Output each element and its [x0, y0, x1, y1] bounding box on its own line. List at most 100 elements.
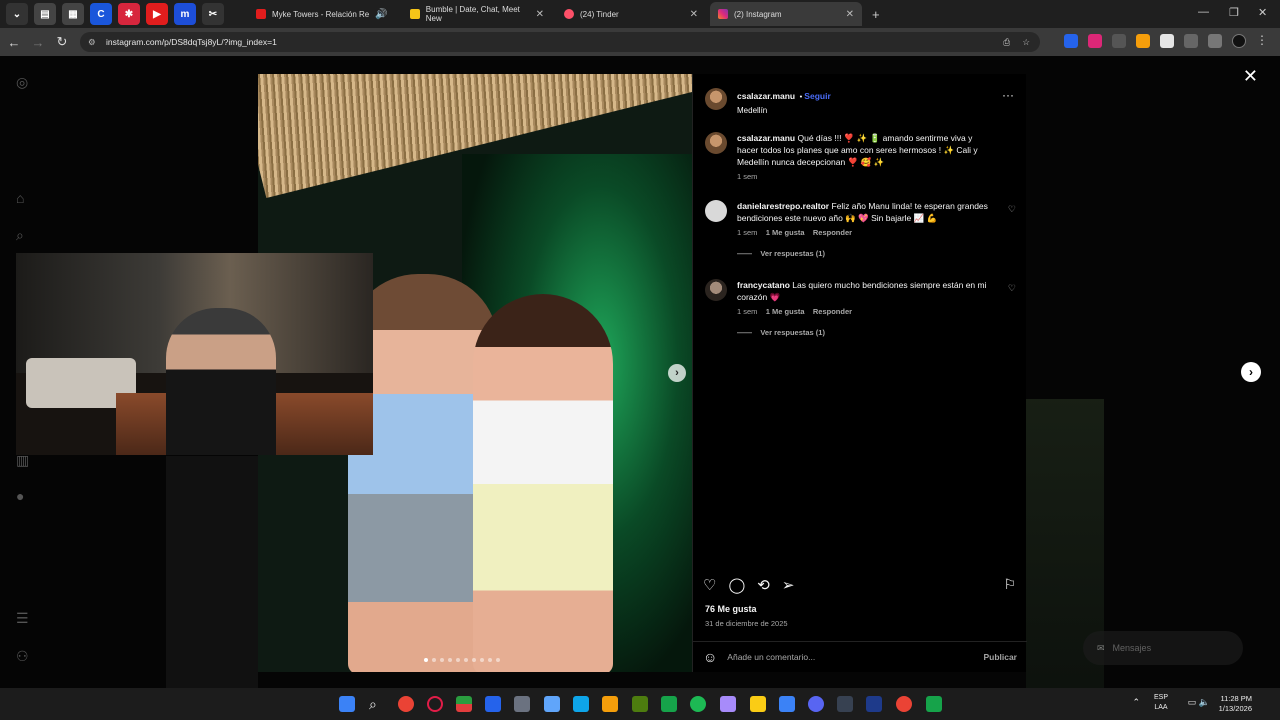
- author-avatar[interactable]: [705, 88, 727, 110]
- menu-kebab-icon[interactable]: ⋮: [1256, 34, 1268, 48]
- reply-button[interactable]: Responder: [813, 228, 852, 237]
- discord-icon[interactable]: [808, 696, 824, 712]
- close-tab-icon[interactable]: ✕: [536, 9, 544, 20]
- comment-icon[interactable]: ◯: [728, 576, 745, 594]
- windows-start-icon[interactable]: [339, 696, 355, 712]
- publish-button[interactable]: Publicar: [983, 652, 1017, 662]
- post-date[interactable]: 31 de diciembre de 2025: [705, 619, 788, 628]
- restore-icon[interactable]: ❐: [1229, 6, 1239, 19]
- app-icon[interactable]: [661, 696, 677, 712]
- post-location[interactable]: Medellín: [737, 106, 831, 115]
- follow-button[interactable]: Seguir: [804, 91, 830, 101]
- meta-apps-icon[interactable]: ⚇: [16, 648, 32, 664]
- close-post-icon[interactable]: ✕: [1243, 66, 1258, 87]
- tab-tinder[interactable]: (24) Tinder ✕: [556, 2, 706, 26]
- caption-time[interactable]: 1 sem: [737, 172, 993, 181]
- comment-time[interactable]: 1 sem: [737, 307, 757, 316]
- chrome-icon[interactable]: [398, 696, 414, 712]
- pinned-tab-4-icon[interactable]: ✱: [118, 3, 140, 25]
- like-heart-icon[interactable]: ♡: [703, 576, 716, 594]
- file-explorer-icon[interactable]: [602, 696, 618, 712]
- app-icon[interactable]: [456, 696, 472, 712]
- photos-icon[interactable]: [544, 696, 560, 712]
- caption-username[interactable]: csalazar.manu: [737, 133, 795, 143]
- carousel-next-icon[interactable]: ›: [668, 364, 686, 382]
- audio-icon[interactable]: 🔊: [375, 9, 387, 20]
- tab-instagram[interactable]: (2) Instagram ✕: [710, 2, 862, 26]
- author-username[interactable]: csalazar.manu: [737, 91, 795, 101]
- reload-icon[interactable]: ↻: [50, 34, 74, 50]
- app-icon[interactable]: [514, 696, 530, 712]
- back-icon[interactable]: ←: [2, 35, 26, 50]
- app-icon[interactable]: [632, 696, 648, 712]
- network-volume-icon[interactable]: ▭ 🔈: [1188, 697, 1210, 707]
- app-icon[interactable]: [779, 696, 795, 712]
- pinned-tab-7-icon[interactable]: ✂: [202, 3, 224, 25]
- pinned-tab-3-icon[interactable]: C: [90, 3, 112, 25]
- emoji-icon[interactable]: ☺: [703, 649, 717, 665]
- comment-username[interactable]: danielarestrepo.realtor: [737, 201, 829, 211]
- messenger-icon[interactable]: ●: [16, 488, 32, 504]
- app-icon[interactable]: [720, 696, 736, 712]
- forward-icon[interactable]: →: [26, 35, 50, 50]
- home-icon[interactable]: ⌂: [16, 190, 32, 206]
- tab-search-icon[interactable]: ⌄: [6, 3, 28, 25]
- instagram-logo-icon[interactable]: ◎: [16, 74, 32, 90]
- sidebar-icon[interactable]: [1208, 34, 1222, 48]
- minimize-icon[interactable]: —: [1198, 6, 1209, 18]
- install-icon[interactable]: ⎙: [1003, 32, 1010, 52]
- reply-button[interactable]: Responder: [813, 307, 852, 316]
- chrome-icon[interactable]: [896, 696, 912, 712]
- language-indicator[interactable]: ESP LAA: [1154, 693, 1168, 713]
- extension-5-icon[interactable]: [1160, 34, 1174, 48]
- caption-avatar[interactable]: [705, 132, 727, 154]
- tab-myke-towers[interactable]: Myke Towers - Relación Re 🔊: [248, 2, 398, 26]
- app-icon[interactable]: [750, 696, 766, 712]
- view-replies-button[interactable]: —— Ver respuestas (1): [737, 328, 993, 337]
- close-tab-icon[interactable]: ✕: [690, 9, 698, 20]
- view-replies-button[interactable]: —— Ver respuestas (1): [737, 249, 993, 258]
- taskbar-search-icon[interactable]: ⌕: [369, 696, 385, 712]
- comment-likes[interactable]: 1 Me gusta: [766, 228, 805, 237]
- comment-avatar[interactable]: [705, 279, 727, 301]
- app-icon[interactable]: [837, 696, 853, 712]
- more-options-icon[interactable]: ···: [1002, 88, 1014, 102]
- security-shield-icon[interactable]: [485, 696, 501, 712]
- comment-avatar[interactable]: [705, 200, 727, 222]
- next-post-icon[interactable]: ›: [1241, 362, 1261, 382]
- save-bookmark-icon[interactable]: ⚐: [1003, 576, 1016, 593]
- excel-icon[interactable]: [926, 696, 942, 712]
- comment-input[interactable]: Añade un comentario...: [727, 652, 815, 662]
- extension-3-icon[interactable]: [1112, 34, 1126, 48]
- pinned-tab-6-icon[interactable]: m: [174, 3, 196, 25]
- repost-icon[interactable]: ⟲: [757, 576, 770, 594]
- new-tab-button[interactable]: +: [872, 7, 880, 22]
- address-bar[interactable]: ⚙ instagram.com/p/DS8dqTsj8yL/?img_index…: [80, 32, 1040, 52]
- tray-overflow-icon[interactable]: ⌃: [1132, 697, 1140, 707]
- comment-username[interactable]: francycatano: [737, 280, 790, 290]
- close-tab-icon[interactable]: ✕: [846, 9, 854, 20]
- likes-count[interactable]: 76 Me gusta: [705, 604, 757, 614]
- extensions-puzzle-icon[interactable]: [1184, 34, 1198, 48]
- search-icon[interactable]: ⌕: [16, 227, 32, 243]
- comment-likes[interactable]: 1 Me gusta: [766, 307, 805, 316]
- spotify-icon[interactable]: [690, 696, 706, 712]
- system-clock[interactable]: 11:28 PM 1/13/2026: [1219, 694, 1252, 714]
- extension-1-icon[interactable]: [1064, 34, 1078, 48]
- close-window-icon[interactable]: ✕: [1258, 6, 1267, 19]
- extension-4-icon[interactable]: [1136, 34, 1150, 48]
- steam-icon[interactable]: [866, 696, 882, 712]
- messages-bubble[interactable]: ✉ Mensajes: [1083, 631, 1243, 665]
- extension-2-icon[interactable]: [1088, 34, 1102, 48]
- comment-like-heart-icon[interactable]: ♡: [1008, 283, 1016, 294]
- tab-bumble[interactable]: Bumble | Date, Chat, Meet New ✕: [402, 2, 552, 26]
- bookmark-star-icon[interactable]: ☆: [1022, 32, 1030, 52]
- share-icon[interactable]: ➢: [782, 576, 795, 594]
- comment-time[interactable]: 1 sem: [737, 228, 757, 237]
- pinned-tab-5-icon[interactable]: ▶: [146, 3, 168, 25]
- pinned-tab-2-icon[interactable]: ▦: [62, 3, 84, 25]
- app-icon[interactable]: [573, 696, 589, 712]
- pinned-tab-1-icon[interactable]: ▤: [34, 3, 56, 25]
- profile-avatar[interactable]: [1232, 34, 1246, 48]
- opera-icon[interactable]: [427, 696, 443, 712]
